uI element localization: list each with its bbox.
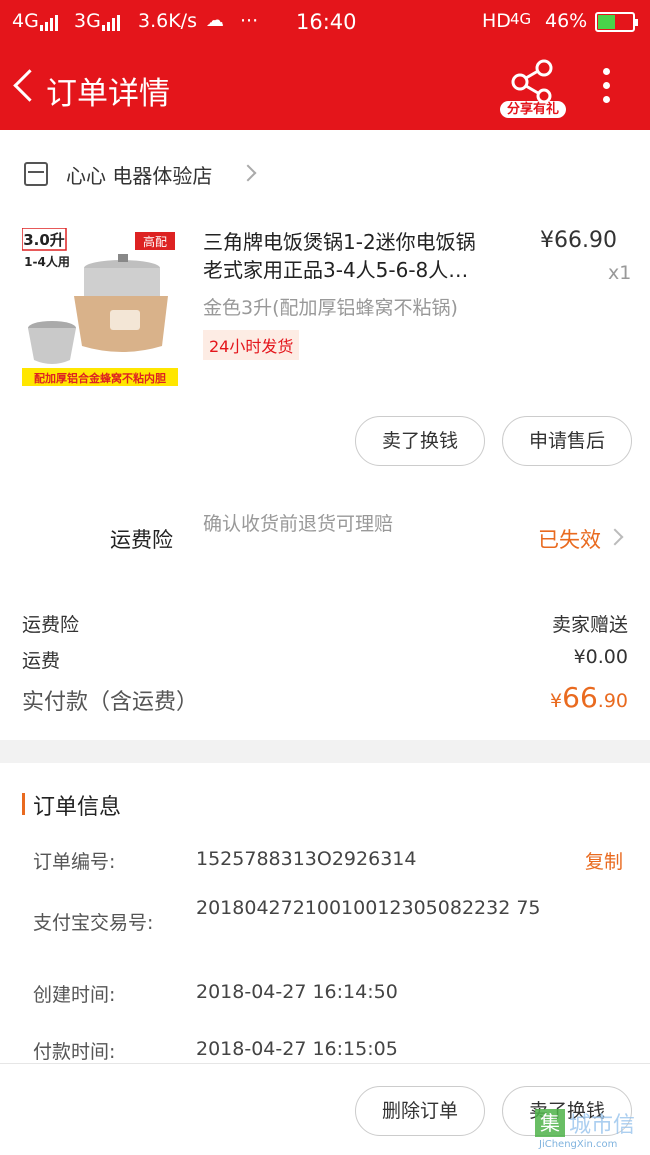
hd-indicator: HD bbox=[482, 10, 511, 32]
shop-name: 心心 电器体验店 bbox=[66, 164, 213, 188]
badge-capacity: 3.0升 bbox=[23, 231, 65, 249]
network-2: 3G bbox=[74, 10, 101, 32]
badge-high: 高配 bbox=[143, 234, 167, 249]
product-sku: 金色3升(配加厚铝蜂窝不粘锅) bbox=[203, 297, 458, 319]
signal-icon-2 bbox=[102, 14, 122, 36]
insurance-status[interactable]: 已失效 bbox=[538, 524, 601, 554]
created-time-value: 2018-04-27 16:14:50 bbox=[196, 981, 398, 1003]
network-1: 4G bbox=[12, 10, 39, 32]
page-title: 订单详情 bbox=[46, 76, 170, 112]
total-amount: ¥66.90 bbox=[550, 681, 628, 714]
product-title[interactable]: 三角牌电饭煲锅1-2迷你电饭锅 老式家用正品3-4人5-6-8人… bbox=[203, 228, 533, 284]
insurance-label: 运费险 bbox=[110, 528, 173, 552]
product-quantity: x1 bbox=[608, 262, 632, 284]
status-bar: 4G 3G 3.6K/s ☁ ··· 16:40 HD 4G 46% bbox=[0, 0, 650, 44]
summary-insurance-value: 卖家赠送 bbox=[551, 614, 628, 636]
after-sale-button[interactable]: 申请售后 bbox=[502, 416, 632, 466]
sell-for-cash-button[interactable]: 卖了换钱 bbox=[355, 416, 485, 466]
image-banner: 配加厚铝合金蜂窝不粘内胆 bbox=[34, 371, 166, 385]
alipay-label: 支付宝交易号: bbox=[33, 912, 154, 934]
created-time-label: 创建时间: bbox=[33, 984, 116, 1006]
clock: 16:40 bbox=[296, 10, 357, 34]
cloud-icon: ☁ bbox=[206, 10, 224, 31]
section-accent-bar bbox=[22, 793, 25, 815]
order-info-title: 订单信息 bbox=[33, 795, 122, 820]
share-label: 分享有礼 bbox=[500, 101, 566, 118]
shop-row[interactable]: 心心 电器体验店 bbox=[0, 150, 650, 200]
order-no-label: 订单编号: bbox=[33, 851, 116, 873]
more-dots: ··· bbox=[240, 10, 259, 32]
order-card: 心心 电器体验店 3.0升 1-4人用 高配 配加厚铝合金蜂窝不粘内胆 三角牌电… bbox=[0, 130, 650, 740]
nav-bar: 订单详情 分享有礼 bbox=[0, 44, 650, 130]
store-icon bbox=[24, 162, 48, 186]
product-price: ¥66.90 bbox=[540, 228, 617, 253]
order-info-card: 订单信息 订单编号: 1525788313O2926314 复制 支付宝交易号:… bbox=[0, 763, 650, 1063]
paid-time-value: 2018-04-27 16:15:05 bbox=[196, 1038, 398, 1060]
battery-percent: 46% bbox=[545, 10, 588, 32]
alipay-value: 20180427210010012305082232 75 bbox=[196, 897, 541, 919]
summary-insurance-label: 运费险 bbox=[22, 614, 80, 636]
network-3: 4G bbox=[510, 10, 532, 28]
summary-shipping-label: 运费 bbox=[22, 650, 61, 672]
shipping-tag: 24小时发货 bbox=[203, 330, 300, 360]
summary-shipping-value: ¥0.00 bbox=[573, 646, 628, 668]
product-title-line2: 老式家用正品3-4人5-6-8人… bbox=[203, 258, 469, 282]
watermark-logo: 集 城市信 JiChengXin.com bbox=[535, 1107, 645, 1152]
chevron-right-icon bbox=[239, 164, 257, 182]
battery-icon bbox=[595, 12, 638, 32]
top-bar: 4G 3G 3.6K/s ☁ ··· 16:40 HD 4G 46% 订单详情 … bbox=[0, 0, 650, 130]
more-menu-button[interactable] bbox=[596, 64, 618, 108]
signal-icon bbox=[40, 14, 60, 36]
net-speed: 3.6K/s bbox=[138, 10, 197, 32]
share-icon bbox=[511, 59, 553, 104]
chevron-right-icon-2 bbox=[606, 528, 624, 546]
delete-order-button[interactable]: 删除订单 bbox=[355, 1086, 485, 1136]
badge-people: 1-4人用 bbox=[24, 254, 70, 269]
product-title-line1: 三角牌电饭煲锅1-2迷你电饭锅 bbox=[203, 230, 476, 254]
total-label: 实付款（含运费） bbox=[22, 690, 199, 715]
insurance-desc: 确认收货前退货可理赔 bbox=[203, 513, 394, 535]
order-no-value: 1525788313O2926314 bbox=[196, 848, 417, 870]
rice-cooker-image: 3.0升 1-4人用 高配 配加厚铝合金蜂窝不粘内胆 bbox=[21, 227, 178, 386]
share-button[interactable]: 分享有礼 bbox=[500, 54, 566, 120]
copy-button[interactable]: 复制 bbox=[585, 847, 623, 874]
paid-time-label: 付款时间: bbox=[33, 1041, 116, 1063]
product-image[interactable]: 3.0升 1-4人用 高配 配加厚铝合金蜂窝不粘内胆 bbox=[21, 227, 178, 388]
back-button[interactable] bbox=[10, 64, 40, 108]
